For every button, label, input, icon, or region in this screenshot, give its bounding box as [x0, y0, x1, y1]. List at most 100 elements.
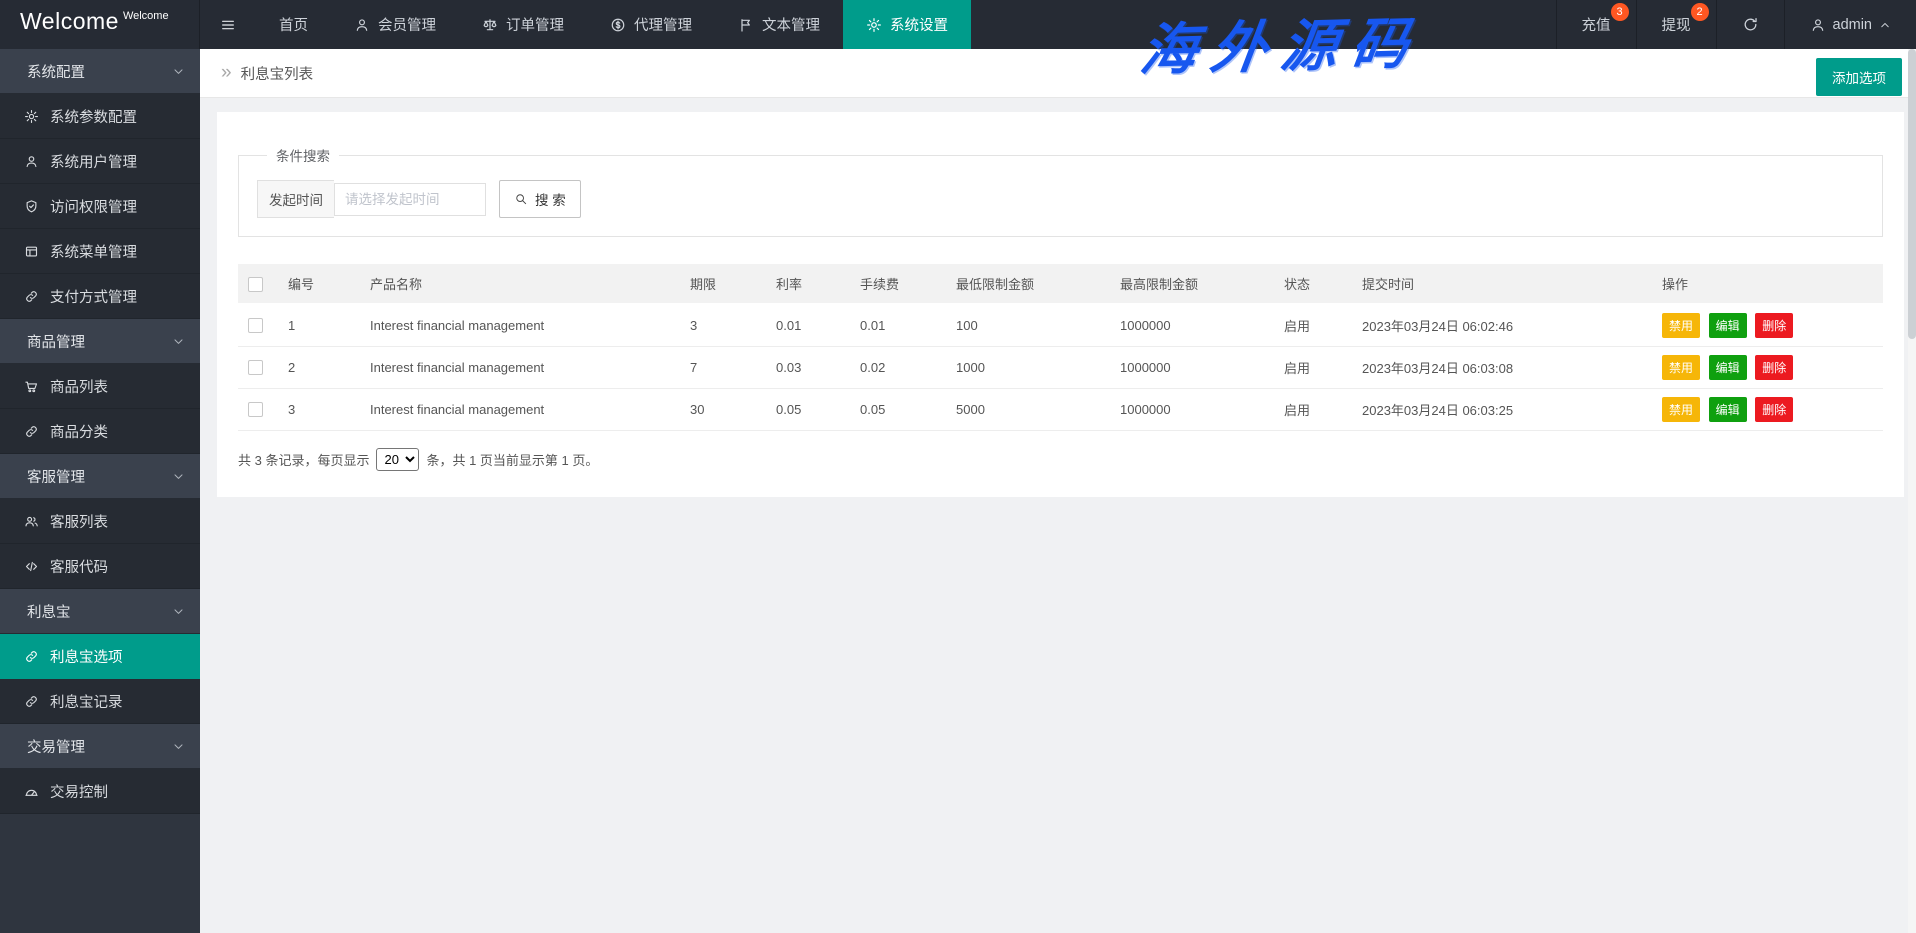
chevron-down-icon: [172, 335, 185, 348]
cell-min-limit: 100: [946, 304, 1110, 347]
nav-item-settings[interactable]: 系统设置: [843, 0, 971, 49]
cell-rate: 0.03: [766, 346, 850, 389]
edit-button[interactable]: 编辑: [1708, 396, 1747, 422]
refresh-button[interactable]: [1715, 0, 1784, 49]
app-logo-superscript: Welcome: [122, 10, 169, 22]
recharge-button[interactable]: 充值 3: [1555, 0, 1636, 49]
row-checkbox[interactable]: [248, 360, 263, 376]
sidebar-item-label: 客服代码: [50, 559, 108, 576]
sidebar: 系统配置 系统参数配置 系统用户管理 访问权限管理 系统菜单管理 支付方式管理 …: [0, 49, 200, 933]
col-product-name: 产品名称: [360, 264, 680, 305]
window-icon: [24, 244, 39, 259]
sidebar-group-interest-treasure[interactable]: 利息宝: [0, 589, 200, 634]
chevron-down-icon: [172, 470, 185, 483]
chevron-down-icon: [172, 605, 185, 618]
sidebar-item-system-menus[interactable]: 系统菜单管理: [0, 229, 200, 274]
hamburger-icon: [220, 17, 236, 33]
sidebar-item-service-code[interactable]: 客服代码: [0, 544, 200, 589]
nav-item-label: 系统设置: [890, 18, 948, 34]
sidebar-item-product-categories[interactable]: 商品分类: [0, 409, 200, 454]
cart-icon: [24, 379, 39, 394]
date-field-label: 发起时间: [257, 180, 334, 218]
sidebar-group-label: 商品管理: [27, 334, 85, 351]
cell-term: 30: [680, 388, 766, 431]
scrollbar-track: [1908, 49, 1916, 933]
disable-button[interactable]: 禁用: [1662, 354, 1701, 380]
sidebar-group-customer-service[interactable]: 客服管理: [0, 454, 200, 499]
cell-term: 3: [680, 304, 766, 347]
scrollbar-thumb[interactable]: [1908, 49, 1916, 339]
nav-item-agents[interactable]: 代理管理: [587, 0, 715, 49]
col-min-limit: 最低限制金额: [946, 264, 1110, 305]
withdraw-badge: 2: [1690, 3, 1709, 21]
refresh-icon: [1742, 16, 1759, 33]
sidebar-item-system-users[interactable]: 系统用户管理: [0, 139, 200, 184]
row-checkbox[interactable]: [248, 402, 263, 418]
cell-submit-time: 2023年03月24日 06:03:08: [1352, 346, 1652, 389]
sidebar-group-system-config[interactable]: 系统配置: [0, 49, 200, 94]
pagination: 共 3 条记录，每页显示 20 条，共 1 页当前显示第 1 页。: [238, 447, 1883, 471]
select-all-checkbox[interactable]: [248, 276, 263, 292]
sidebar-item-trade-control[interactable]: 交易控制: [0, 769, 200, 814]
delete-button[interactable]: 删除: [1755, 354, 1794, 380]
recharge-label: 充值: [1581, 18, 1611, 34]
cell-status: 启用: [1274, 388, 1352, 431]
nav-item-texts[interactable]: 文本管理: [715, 0, 843, 49]
delete-button[interactable]: 删除: [1755, 396, 1794, 422]
edit-button[interactable]: 编辑: [1708, 312, 1747, 338]
col-submit-time: 提交时间: [1352, 264, 1652, 305]
sidebar-group-label: 利息宝: [27, 604, 71, 621]
sidebar-item-interest-records[interactable]: 利息宝记录: [0, 679, 200, 724]
sidebar-item-system-params[interactable]: 系统参数配置: [0, 94, 200, 139]
double-arrow-icon: »: [221, 62, 232, 83]
cell-max-limit: 1000000: [1110, 346, 1274, 389]
nav-item-members[interactable]: 会员管理: [331, 0, 459, 49]
col-fee: 手续费: [850, 264, 946, 305]
menu-toggle-button[interactable]: [200, 0, 256, 49]
gear-icon: [866, 17, 882, 33]
flag-icon: [738, 17, 754, 33]
date-input[interactable]: [334, 182, 486, 216]
table-header-row: 编号 产品名称 期限 利率 手续费 最低限制金额 最高限制金额 状态 提交时间 …: [238, 264, 1883, 305]
sidebar-item-interest-options[interactable]: 利息宝选项: [0, 634, 200, 679]
sidebar-item-label: 利息宝记录: [50, 694, 123, 711]
sidebar-item-access-rights[interactable]: 访问权限管理: [0, 184, 200, 229]
cell-min-limit: 1000: [946, 346, 1110, 389]
per-page-select[interactable]: 20: [376, 447, 420, 471]
products-table: 编号 产品名称 期限 利率 手续费 最低限制金额 最高限制金额 状态 提交时间 …: [238, 264, 1883, 431]
withdraw-label: 提现: [1661, 18, 1691, 34]
sidebar-item-product-list[interactable]: 商品列表: [0, 364, 200, 409]
col-rate: 利率: [766, 264, 850, 305]
disable-button[interactable]: 禁用: [1662, 312, 1701, 338]
table-row: 1 Interest financial management 3 0.01 0…: [238, 304, 1883, 347]
user-menu[interactable]: admin: [1783, 0, 1916, 49]
delete-button[interactable]: 删除: [1755, 312, 1794, 338]
add-option-button[interactable]: 添加选项: [1816, 58, 1902, 96]
page-title: 利息宝列表: [240, 66, 314, 83]
nav-item-orders[interactable]: 订单管理: [459, 0, 587, 49]
sidebar-group-trade[interactable]: 交易管理: [0, 724, 200, 769]
nav-item-label: 文本管理: [762, 18, 820, 34]
search-button[interactable]: 搜 索: [499, 180, 581, 218]
scales-icon: [482, 17, 498, 33]
cell-status: 启用: [1274, 346, 1352, 389]
row-checkbox[interactable]: [248, 318, 263, 334]
edit-button[interactable]: 编辑: [1708, 354, 1747, 380]
sidebar-item-service-list[interactable]: 客服列表: [0, 499, 200, 544]
link-icon: [24, 289, 39, 304]
sidebar-group-label: 客服管理: [27, 469, 85, 486]
nav-item-label: 会员管理: [378, 18, 436, 34]
sidebar-group-products[interactable]: 商品管理: [0, 319, 200, 364]
cell-rate: 0.01: [766, 304, 850, 347]
cell-product-name: Interest financial management: [360, 346, 680, 389]
withdraw-button[interactable]: 提现 2: [1635, 0, 1716, 49]
top-nav: 首页 会员管理 订单管理 代理管理 文本管理 系统设置: [256, 0, 971, 49]
cell-min-limit: 5000: [946, 388, 1110, 431]
cell-status: 启用: [1274, 304, 1352, 347]
sidebar-item-payment-methods[interactable]: 支付方式管理: [0, 274, 200, 319]
nav-item-home[interactable]: 首页: [256, 0, 331, 49]
sidebar-item-label: 系统用户管理: [50, 154, 137, 171]
sidebar-item-label: 交易控制: [50, 784, 108, 801]
disable-button[interactable]: 禁用: [1662, 396, 1701, 422]
sidebar-group-label: 交易管理: [27, 739, 85, 756]
